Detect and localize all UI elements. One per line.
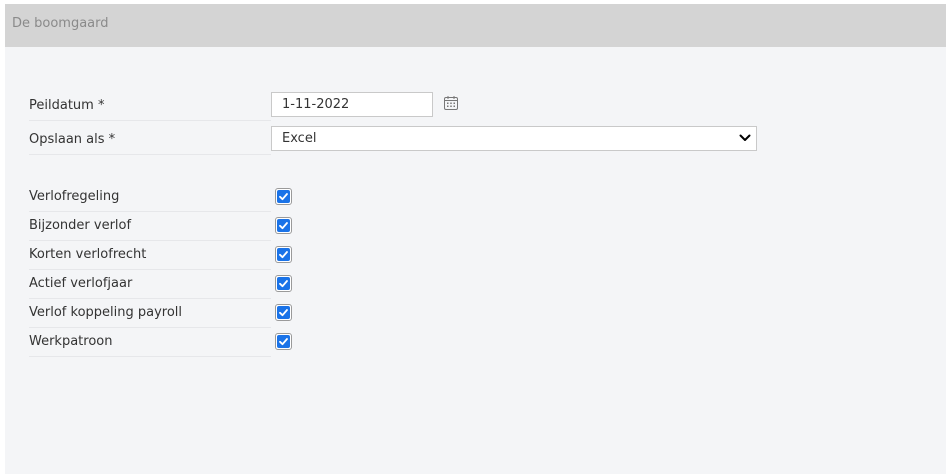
checkbox-actief-verlofjaar[interactable] bbox=[275, 275, 292, 292]
checkbox-verlof-koppeling-payroll[interactable] bbox=[275, 304, 292, 321]
opslaan-als-label: Opslaan als * bbox=[29, 132, 116, 147]
checkmark-icon bbox=[279, 309, 288, 317]
panel-header: De boomgaard bbox=[5, 4, 946, 47]
option-label-actief-verlofjaar: Actief verlofjaar bbox=[29, 276, 133, 291]
checkbox-korten-verlofrecht[interactable] bbox=[275, 246, 292, 263]
option-label-korten-verlofrecht: Korten verlofrecht bbox=[29, 247, 147, 262]
panel-title: De boomgaard bbox=[12, 16, 109, 31]
option-label-verlof-koppeling-payroll: Verlof koppeling payroll bbox=[29, 305, 183, 320]
option-label-verlofregeling: Verlofregeling bbox=[29, 189, 120, 204]
row-divider bbox=[29, 298, 271, 299]
option-label-bijzonder-verlof: Bijzonder verlof bbox=[29, 218, 132, 233]
checkmark-icon bbox=[279, 280, 288, 288]
checkbox-bijzonder-verlof[interactable] bbox=[275, 217, 292, 234]
opslaan-als-selected-value: Excel bbox=[282, 131, 317, 146]
checkmark-icon bbox=[279, 338, 288, 346]
row-divider bbox=[29, 269, 271, 270]
option-label-werkpatroon: Werkpatroon bbox=[29, 334, 113, 349]
checkbox-werkpatroon[interactable] bbox=[275, 333, 292, 350]
row-divider bbox=[29, 211, 271, 212]
checkmark-icon bbox=[279, 251, 288, 259]
row-divider bbox=[29, 327, 271, 328]
opslaan-als-select[interactable]: Excel bbox=[271, 126, 757, 151]
export-panel: De boomgaard Peildatum * Opslaan als * E… bbox=[5, 4, 946, 474]
peildatum-label: Peildatum * bbox=[29, 98, 105, 113]
calendar-icon[interactable] bbox=[444, 96, 458, 110]
chevron-down-icon bbox=[739, 134, 751, 141]
checkmark-icon bbox=[279, 222, 288, 230]
row-divider bbox=[29, 120, 271, 121]
row-divider bbox=[29, 356, 271, 357]
checkmark-icon bbox=[279, 193, 288, 201]
row-divider bbox=[29, 154, 271, 155]
checkbox-verlofregeling[interactable] bbox=[275, 188, 292, 205]
peildatum-input[interactable] bbox=[271, 92, 433, 117]
row-divider bbox=[29, 240, 271, 241]
